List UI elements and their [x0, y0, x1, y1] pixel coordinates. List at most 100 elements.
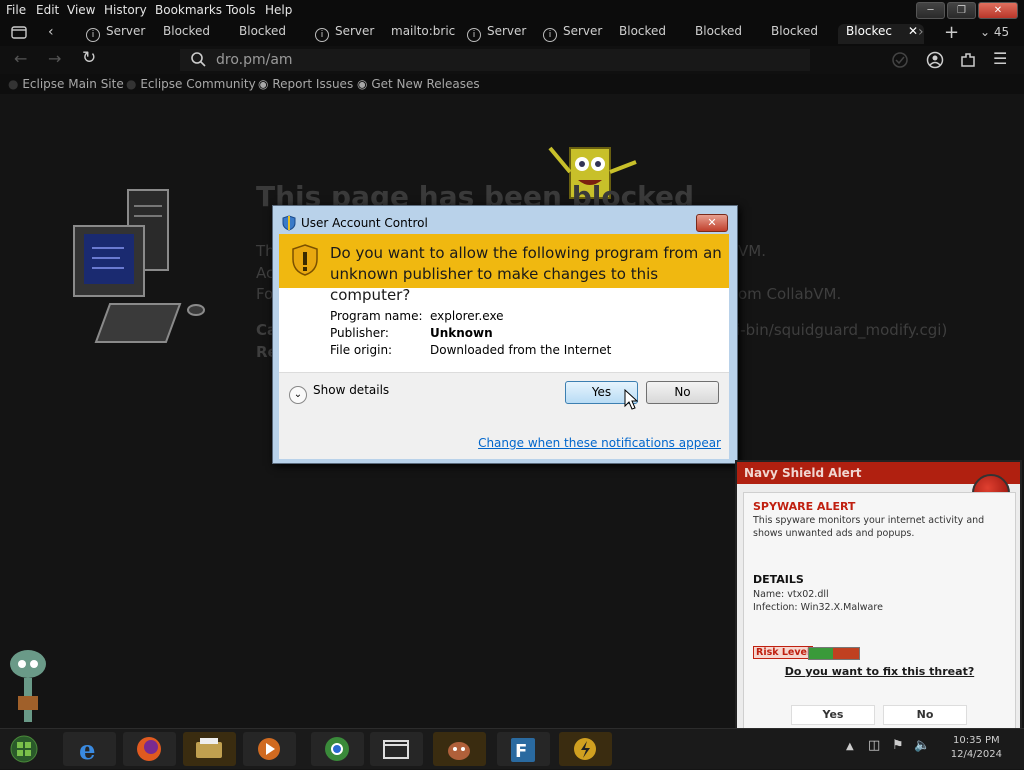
- taskbar-window[interactable]: [370, 732, 423, 766]
- media-player-icon: [258, 738, 280, 760]
- tab-label: Blockec: [846, 24, 893, 38]
- maximize-button[interactable]: ❐: [947, 2, 976, 19]
- menu-tools[interactable]: Tools: [226, 3, 256, 17]
- spyware-yes-button[interactable]: Yes: [791, 705, 875, 725]
- fix-threat-question[interactable]: Do you want to fix this threat?: [744, 665, 1015, 678]
- minimize-button[interactable]: ─: [916, 2, 945, 19]
- page-line-1-end: VM.: [738, 242, 766, 260]
- back-icon[interactable]: ←: [14, 49, 27, 68]
- menu-file[interactable]: File: [6, 3, 26, 17]
- tab-server[interactable]: i Server: [86, 24, 156, 44]
- tab-server[interactable]: i Server: [467, 24, 537, 44]
- tab-blocked[interactable]: Blocked: [239, 24, 309, 44]
- extensions-icon[interactable]: [959, 51, 977, 73]
- forward-icon[interactable]: →: [48, 49, 61, 68]
- svg-text:F: F: [515, 741, 527, 762]
- tab-list-icon[interactable]: [10, 24, 28, 40]
- uac-question: Do you want to allow the following progr…: [330, 244, 722, 304]
- reload-icon[interactable]: ↻: [82, 48, 96, 68]
- threat-name: Name: vtx02.dll: [753, 589, 829, 600]
- printer-icon: [196, 738, 222, 758]
- chevron-down-icon: ⌄: [980, 25, 991, 39]
- new-tab-icon[interactable]: +: [944, 22, 959, 43]
- chevron-down-icon: ⌄: [289, 386, 307, 404]
- account-icon[interactable]: [926, 51, 944, 73]
- spyware-desc-line-2: shows unwanted ads and popups.: [753, 528, 915, 539]
- taskbar-gimp[interactable]: [433, 732, 486, 766]
- scroll-tabs-left-icon[interactable]: ‹: [48, 24, 54, 40]
- taskbar: e F ▲ ◫ ⚑ 🔈 10:35 PM 12/4/2024: [0, 728, 1024, 769]
- tab-blocked[interactable]: Blocked: [771, 24, 841, 44]
- tab-blocked[interactable]: Blocked: [163, 24, 233, 44]
- show-details-toggle[interactable]: ⌄ Show details: [289, 383, 389, 404]
- info-icon: i: [86, 28, 100, 42]
- risk-level-meter: [808, 647, 860, 660]
- file-origin-value: Downloaded from the Internet: [430, 343, 612, 357]
- uac-close-button[interactable]: ✕: [696, 214, 728, 232]
- volume-icon[interactable]: 🔈: [914, 738, 930, 753]
- uac-footer: ⌄ Show details Yes No Change when these n…: [279, 372, 729, 459]
- taskbar-printer[interactable]: [183, 732, 236, 766]
- window-controls: ─ ❐ ✕: [916, 2, 1018, 19]
- tab-blocked-active[interactable]: Blockec ✕: [838, 24, 924, 44]
- clock-time: 10:35 PM: [953, 735, 1000, 746]
- info-icon: i: [467, 28, 481, 42]
- page-line-4-end: i-bin/squidguard_modify.cgi): [736, 321, 948, 339]
- menu-history[interactable]: History: [104, 3, 147, 17]
- window-icon: [383, 740, 409, 759]
- bookmark-label: Eclipse Community: [140, 77, 256, 91]
- bookmark-label: Eclipse Main Site: [22, 77, 124, 91]
- tab-blocked[interactable]: Blocked: [695, 24, 765, 44]
- bookmark-get-new-releases[interactable]: ◉ Get New Releases: [357, 77, 480, 91]
- change-notifications-link[interactable]: Change when these notifications appear: [478, 436, 721, 450]
- spyware-desc-line-1: This spyware monitors your internet acti…: [753, 515, 985, 526]
- bookmark-label: Report Issues: [272, 77, 354, 91]
- tray-expand-icon[interactable]: ▲: [846, 741, 854, 752]
- details-heading: DETAILS: [753, 573, 804, 586]
- taskbar-filezilla[interactable]: F: [497, 732, 550, 766]
- taskbar-media-player[interactable]: [243, 732, 296, 766]
- spyware-alert-heading: SPYWARE ALERT: [753, 500, 856, 513]
- tab-server[interactable]: i Server: [315, 24, 385, 44]
- tab-label: Server: [563, 24, 603, 38]
- menu-bookmarks[interactable]: Bookmarks: [155, 3, 222, 17]
- uac-body: Do you want to allow the following progr…: [279, 234, 729, 459]
- taskbar-power[interactable]: [559, 732, 612, 766]
- bookmark-eclipse-community[interactable]: ● Eclipse Community: [126, 77, 256, 91]
- tab-count[interactable]: ⌄ 45: [980, 25, 1009, 39]
- spyware-no-button[interactable]: No: [883, 705, 967, 725]
- tab-label: Blocked: [163, 24, 211, 38]
- bookmark-report-issues[interactable]: ◉ Report Issues: [258, 77, 353, 91]
- taskbar-firefox[interactable]: [123, 732, 176, 766]
- close-tab-icon[interactable]: ✕: [908, 24, 918, 38]
- computer-pixel-art-icon: [73, 189, 205, 343]
- url-field[interactable]: dro.pm/am: [180, 49, 810, 71]
- uac-banner: Do you want to allow the following progr…: [279, 234, 729, 304]
- firefox-icon: [137, 737, 161, 761]
- mouse-cursor-icon: [624, 389, 638, 410]
- scroll-tabs-right-icon[interactable]: ›: [918, 24, 924, 40]
- flag-icon[interactable]: ⚑: [892, 738, 904, 753]
- system-clock[interactable]: 10:35 PM 12/4/2024: [951, 734, 1002, 762]
- no-button[interactable]: No: [646, 381, 719, 404]
- url-text: dro.pm/am: [216, 52, 293, 68]
- tab-mailto[interactable]: mailto:bric: [391, 24, 457, 44]
- tab-label: Blocked: [619, 24, 667, 38]
- tab-server[interactable]: i Server: [543, 24, 613, 44]
- threat-infection: Infection: Win32.X.Malware: [753, 602, 883, 613]
- tracking-protection-icon[interactable]: [891, 51, 909, 73]
- info-icon: i: [315, 28, 329, 42]
- network-icon[interactable]: ◫: [868, 738, 880, 753]
- close-window-button[interactable]: ✕: [978, 2, 1018, 19]
- menu-edit[interactable]: Edit: [36, 3, 59, 17]
- bookmark-eclipse-main[interactable]: ● Eclipse Main Site: [8, 77, 124, 91]
- menu-help[interactable]: Help: [265, 3, 292, 17]
- start-button[interactable]: [4, 732, 48, 766]
- tab-strip: ‹ i Server Blocked Blocked i Server mailto…: [0, 20, 1024, 46]
- tab-blocked[interactable]: Blocked: [619, 24, 689, 44]
- taskbar-internet-explorer[interactable]: e: [63, 732, 116, 766]
- menu-view[interactable]: View: [67, 3, 95, 17]
- internet-explorer-icon: e: [79, 736, 96, 766]
- hamburger-menu-icon[interactable]: ☰: [993, 49, 1007, 68]
- taskbar-chrome[interactable]: [311, 732, 364, 766]
